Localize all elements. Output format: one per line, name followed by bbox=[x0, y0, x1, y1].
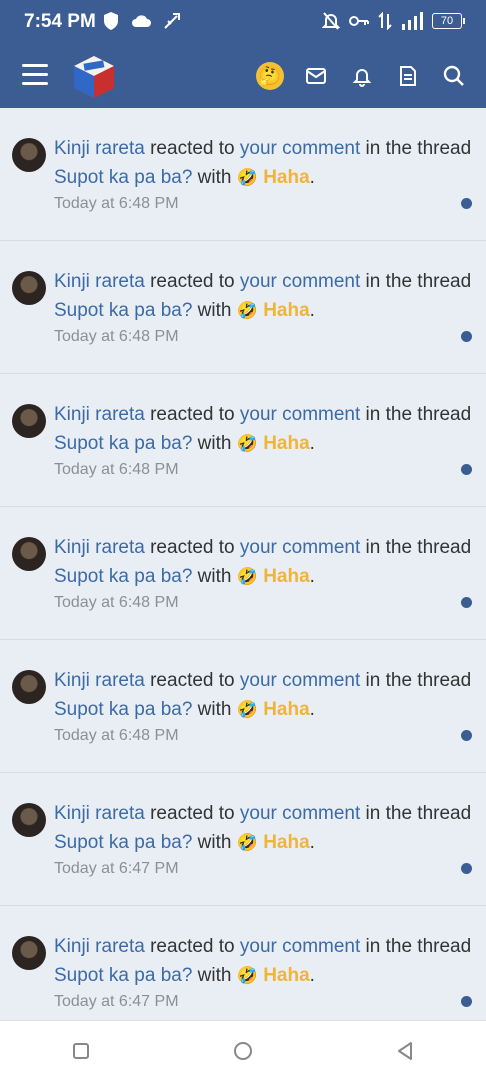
cloud-icon bbox=[132, 15, 151, 27]
comment-link[interactable]: your comment bbox=[240, 670, 360, 691]
back-icon[interactable] bbox=[385, 1031, 425, 1071]
notification-item[interactable]: Kinji rareta reacted to your comment in … bbox=[0, 640, 486, 773]
notification-time: Today at 6:47 PM bbox=[54, 993, 179, 1010]
user-avatar[interactable] bbox=[12, 670, 46, 704]
user-avatar[interactable] bbox=[12, 936, 46, 970]
user-link[interactable]: Kinji rareta bbox=[54, 271, 145, 292]
user-link[interactable]: Kinji rareta bbox=[54, 670, 145, 691]
comment-link[interactable]: your comment bbox=[240, 537, 360, 558]
notification-item[interactable]: Kinji rareta reacted to your comment in … bbox=[0, 906, 486, 1020]
app-bar: 🤔 bbox=[0, 44, 486, 108]
home-icon[interactable] bbox=[223, 1031, 263, 1071]
signal-icon bbox=[402, 12, 423, 30]
user-link[interactable]: Kinji rareta bbox=[54, 803, 145, 824]
comment-link[interactable]: your comment bbox=[240, 138, 360, 159]
user-avatar[interactable] bbox=[12, 404, 46, 438]
thread-link[interactable]: Supot ka pa ba? bbox=[54, 300, 192, 321]
unread-indicator[interactable] bbox=[461, 331, 472, 342]
thread-link[interactable]: Supot ka pa ba? bbox=[54, 167, 192, 188]
thread-link[interactable]: Supot ka pa ba? bbox=[54, 433, 192, 454]
notification-time: Today at 6:48 PM bbox=[54, 461, 179, 478]
user-avatar[interactable] bbox=[12, 537, 46, 571]
reaction-emoji: 🤣 bbox=[236, 434, 258, 453]
reaction-label: Haha bbox=[263, 699, 310, 720]
user-avatar[interactable] bbox=[12, 803, 46, 837]
unread-indicator[interactable] bbox=[461, 597, 472, 608]
reaction-label: Haha bbox=[263, 433, 310, 454]
search-icon[interactable] bbox=[440, 62, 468, 90]
reaction-emoji: 🤣 bbox=[236, 966, 258, 985]
notification-item[interactable]: Kinji rareta reacted to your comment in … bbox=[0, 773, 486, 906]
reaction-label: Haha bbox=[263, 832, 310, 853]
notification-item[interactable]: Kinji rareta reacted to your comment in … bbox=[0, 507, 486, 640]
notification-list: Kinji rareta reacted to your comment in … bbox=[0, 108, 486, 1020]
reaction-label: Haha bbox=[263, 965, 310, 986]
recent-apps-icon[interactable] bbox=[61, 1031, 101, 1071]
user-link[interactable]: Kinji rareta bbox=[54, 138, 145, 159]
reaction-emoji: 🤣 bbox=[236, 700, 258, 719]
status-time: 7:54 PM bbox=[24, 11, 96, 32]
notification-item[interactable]: Kinji rareta reacted to your comment in … bbox=[0, 241, 486, 374]
key-icon bbox=[349, 16, 369, 26]
site-logo[interactable] bbox=[70, 54, 118, 100]
comment-link[interactable]: your comment bbox=[240, 803, 360, 824]
document-icon[interactable] bbox=[394, 62, 422, 90]
notification-time: Today at 6:48 PM bbox=[54, 195, 179, 212]
comment-link[interactable]: your comment bbox=[240, 936, 360, 957]
mail-icon[interactable] bbox=[302, 62, 330, 90]
notification-item[interactable]: Kinji rareta reacted to your comment in … bbox=[0, 108, 486, 241]
thread-link[interactable]: Supot ka pa ba? bbox=[54, 566, 192, 587]
notification-time: Today at 6:47 PM bbox=[54, 860, 179, 877]
reaction-emoji: 🤣 bbox=[236, 567, 258, 586]
notification-time: Today at 6:48 PM bbox=[54, 328, 179, 345]
unread-indicator[interactable] bbox=[461, 464, 472, 475]
profile-avatar[interactable]: 🤔 bbox=[256, 62, 284, 90]
reaction-label: Haha bbox=[263, 167, 310, 188]
unread-indicator[interactable] bbox=[461, 863, 472, 874]
comment-link[interactable]: your comment bbox=[240, 404, 360, 425]
notification-time: Today at 6:48 PM bbox=[54, 727, 179, 744]
unread-indicator[interactable] bbox=[461, 730, 472, 741]
user-link[interactable]: Kinji rareta bbox=[54, 936, 145, 957]
data-transfer-icon bbox=[378, 12, 392, 30]
reaction-emoji: 🤣 bbox=[236, 833, 258, 852]
reaction-emoji: 🤣 bbox=[236, 301, 258, 320]
status-bar: 7:54 PM 70 bbox=[0, 0, 486, 44]
user-avatar[interactable] bbox=[12, 271, 46, 305]
user-link[interactable]: Kinji rareta bbox=[54, 537, 145, 558]
comment-link[interactable]: your comment bbox=[240, 271, 360, 292]
shield-icon bbox=[104, 12, 118, 30]
system-nav-bar bbox=[0, 1020, 486, 1081]
reaction-label: Haha bbox=[263, 300, 310, 321]
bell-off-icon bbox=[322, 12, 340, 30]
notification-time: Today at 6:48 PM bbox=[54, 594, 179, 611]
reaction-label: Haha bbox=[263, 566, 310, 587]
thread-link[interactable]: Supot ka pa ba? bbox=[54, 699, 192, 720]
thread-link[interactable]: Supot ka pa ba? bbox=[54, 965, 192, 986]
unread-indicator[interactable] bbox=[461, 198, 472, 209]
usb-icon bbox=[164, 13, 180, 29]
reaction-emoji: 🤣 bbox=[236, 168, 258, 187]
battery-icon: 70 bbox=[432, 13, 465, 29]
unread-indicator[interactable] bbox=[461, 996, 472, 1007]
thread-link[interactable]: Supot ka pa ba? bbox=[54, 832, 192, 853]
bell-icon[interactable] bbox=[348, 62, 376, 90]
user-avatar[interactable] bbox=[12, 138, 46, 172]
notification-item[interactable]: Kinji rareta reacted to your comment in … bbox=[0, 374, 486, 507]
menu-icon[interactable] bbox=[22, 64, 48, 88]
user-link[interactable]: Kinji rareta bbox=[54, 404, 145, 425]
